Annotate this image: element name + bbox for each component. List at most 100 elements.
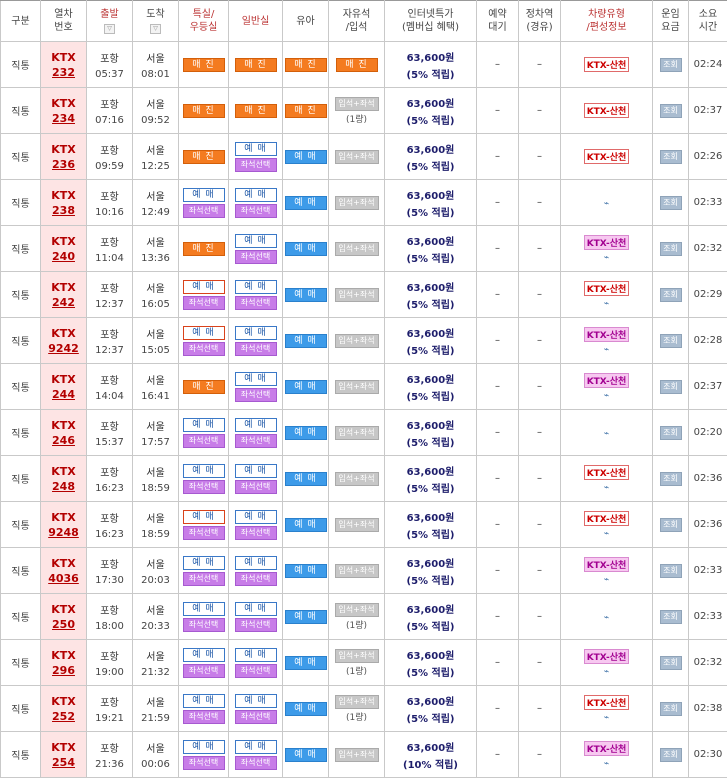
book-button[interactable]: 예 매 bbox=[183, 188, 225, 202]
seat-select-button[interactable]: 좌석선택 bbox=[183, 480, 225, 494]
train-number-link[interactable]: 248 bbox=[41, 480, 86, 493]
train-number-link[interactable]: 9242 bbox=[41, 342, 86, 355]
seat-select-button[interactable]: 좌석선택 bbox=[235, 388, 277, 402]
book-button[interactable]: 예 매 bbox=[183, 556, 225, 570]
fare-view-button[interactable]: 조회 bbox=[660, 472, 682, 486]
formation-info-icon[interactable]: ⌁ bbox=[600, 429, 614, 439]
book-button[interactable]: 예 매 bbox=[235, 142, 277, 156]
ktx-sancheon-badge[interactable]: KTX-산천 bbox=[584, 103, 630, 118]
book-button[interactable]: 예 매 bbox=[235, 326, 277, 340]
fare-view-button[interactable]: 조회 bbox=[660, 104, 682, 118]
book-button[interactable]: 예 매 bbox=[183, 602, 225, 616]
seat-select-button[interactable]: 좌석선택 bbox=[235, 342, 277, 356]
fare-view-button[interactable]: 조회 bbox=[660, 518, 682, 532]
train-number-link[interactable]: 242 bbox=[41, 296, 86, 309]
seat-select-button[interactable]: 좌석선택 bbox=[235, 664, 277, 678]
ktx-sancheon-badge[interactable]: KTX-산천 bbox=[584, 465, 630, 480]
fare-view-button[interactable]: 조회 bbox=[660, 748, 682, 762]
book-button[interactable]: 예 매 bbox=[183, 326, 225, 340]
ktx-sancheon-badge[interactable]: KTX-산천 bbox=[584, 695, 630, 710]
formation-info-icon[interactable]: ⌁ bbox=[600, 345, 614, 355]
book-button[interactable]: 예 매 bbox=[235, 418, 277, 432]
seat-select-button[interactable]: 좌석선택 bbox=[183, 434, 225, 448]
book-button[interactable]: 예 매 bbox=[235, 234, 277, 248]
book-button[interactable]: 예 매 bbox=[235, 648, 277, 662]
fare-view-button[interactable]: 조회 bbox=[660, 610, 682, 624]
train-number-link[interactable]: 236 bbox=[41, 158, 86, 171]
train-number-link[interactable]: 238 bbox=[41, 204, 86, 217]
fare-view-button[interactable]: 조회 bbox=[660, 334, 682, 348]
book-button[interactable]: 예 매 bbox=[183, 418, 225, 432]
seat-select-button[interactable]: 좌석선택 bbox=[235, 572, 277, 586]
train-number-link[interactable]: 246 bbox=[41, 434, 86, 447]
book-button[interactable]: 예 매 bbox=[235, 280, 277, 294]
seat-select-button[interactable]: 좌석선택 bbox=[235, 250, 277, 264]
formation-info-icon[interactable]: ⌁ bbox=[600, 299, 614, 309]
seat-select-button[interactable]: 좌석선택 bbox=[235, 756, 277, 770]
train-number-link[interactable]: 250 bbox=[41, 618, 86, 631]
book-button[interactable]: 예 매 bbox=[235, 740, 277, 754]
seat-select-button[interactable]: 좌석선택 bbox=[183, 342, 225, 356]
book-button[interactable]: 예 매 bbox=[235, 464, 277, 478]
formation-info-icon[interactable]: ⌁ bbox=[600, 759, 614, 769]
ktx-sancheon-badge[interactable]: KTX-산천 bbox=[584, 327, 630, 342]
book-button[interactable]: 예 매 bbox=[285, 196, 327, 210]
book-button[interactable]: 예 매 bbox=[183, 464, 225, 478]
book-button[interactable]: 예 매 bbox=[183, 740, 225, 754]
book-button[interactable]: 예 매 bbox=[235, 372, 277, 386]
fare-view-button[interactable]: 조회 bbox=[660, 380, 682, 394]
col-depart[interactable]: 출발▽ bbox=[87, 1, 133, 42]
train-number-link[interactable]: 234 bbox=[41, 112, 86, 125]
seat-select-button[interactable]: 좌석선택 bbox=[235, 434, 277, 448]
book-button[interactable]: 예 매 bbox=[285, 242, 327, 256]
ktx-sancheon-badge[interactable]: KTX-산천 bbox=[584, 511, 630, 526]
seat-select-button[interactable]: 좌석선택 bbox=[183, 618, 225, 632]
train-number-link[interactable]: 240 bbox=[41, 250, 86, 263]
seat-select-button[interactable]: 좌석선택 bbox=[235, 204, 277, 218]
book-button[interactable]: 예 매 bbox=[183, 510, 225, 524]
ktx-sancheon-badge[interactable]: KTX-산천 bbox=[584, 149, 630, 164]
book-button[interactable]: 예 매 bbox=[235, 188, 277, 202]
book-button[interactable]: 예 매 bbox=[285, 564, 327, 578]
train-number-link[interactable]: 244 bbox=[41, 388, 86, 401]
fare-view-button[interactable]: 조회 bbox=[660, 196, 682, 210]
ktx-sancheon-badge[interactable]: KTX-산천 bbox=[584, 649, 630, 664]
ktx-sancheon-badge[interactable]: KTX-산천 bbox=[584, 557, 630, 572]
ktx-sancheon-badge[interactable]: KTX-산천 bbox=[584, 57, 630, 72]
book-button[interactable]: 예 매 bbox=[183, 694, 225, 708]
book-button[interactable]: 예 매 bbox=[285, 380, 327, 394]
train-number-link[interactable]: 254 bbox=[41, 756, 86, 769]
sort-icon[interactable]: ▽ bbox=[104, 24, 115, 34]
train-number-link[interactable]: 296 bbox=[41, 664, 86, 677]
book-button[interactable]: 예 매 bbox=[285, 472, 327, 486]
book-button[interactable]: 예 매 bbox=[285, 288, 327, 302]
seat-select-button[interactable]: 좌석선택 bbox=[235, 526, 277, 540]
formation-info-icon[interactable]: ⌁ bbox=[600, 483, 614, 493]
fare-view-button[interactable]: 조회 bbox=[660, 242, 682, 256]
ktx-sancheon-badge[interactable]: KTX-산천 bbox=[584, 281, 630, 296]
seat-select-button[interactable]: 좌석선택 bbox=[183, 710, 225, 724]
seat-select-button[interactable]: 좌석선택 bbox=[183, 296, 225, 310]
seat-select-button[interactable]: 좌석선택 bbox=[183, 204, 225, 218]
seat-select-button[interactable]: 좌석선택 bbox=[183, 526, 225, 540]
book-button[interactable]: 예 매 bbox=[285, 610, 327, 624]
fare-view-button[interactable]: 조회 bbox=[660, 564, 682, 578]
book-button[interactable]: 예 매 bbox=[285, 150, 327, 164]
formation-info-icon[interactable]: ⌁ bbox=[600, 613, 614, 623]
seat-select-button[interactable]: 좌석선택 bbox=[183, 664, 225, 678]
fare-view-button[interactable]: 조회 bbox=[660, 702, 682, 716]
formation-info-icon[interactable]: ⌁ bbox=[600, 529, 614, 539]
fare-view-button[interactable]: 조회 bbox=[660, 288, 682, 302]
book-button[interactable]: 예 매 bbox=[183, 280, 225, 294]
book-button[interactable]: 예 매 bbox=[235, 694, 277, 708]
ktx-sancheon-badge[interactable]: KTX-산천 bbox=[584, 741, 630, 756]
formation-info-icon[interactable]: ⌁ bbox=[600, 667, 614, 677]
formation-info-icon[interactable]: ⌁ bbox=[600, 199, 614, 209]
seat-select-button[interactable]: 좌석선택 bbox=[235, 710, 277, 724]
formation-info-icon[interactable]: ⌁ bbox=[600, 253, 614, 263]
fare-view-button[interactable]: 조회 bbox=[660, 150, 682, 164]
seat-select-button[interactable]: 좌석선택 bbox=[183, 572, 225, 586]
book-button[interactable]: 예 매 bbox=[285, 656, 327, 670]
fare-view-button[interactable]: 조회 bbox=[660, 58, 682, 72]
book-button[interactable]: 예 매 bbox=[235, 510, 277, 524]
